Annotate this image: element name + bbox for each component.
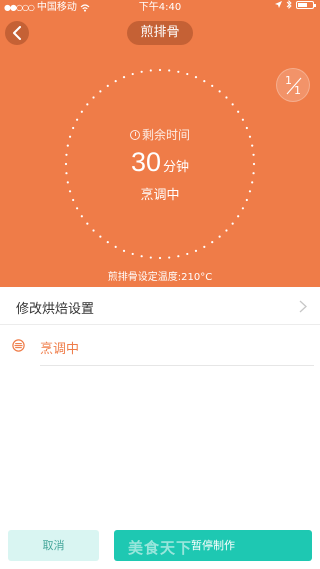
back-button[interactable] xyxy=(5,21,29,45)
ring-dot xyxy=(194,249,198,252)
ring-dot xyxy=(114,80,117,83)
ring-dot xyxy=(92,229,95,232)
ring-dot xyxy=(158,68,162,72)
ring-dot xyxy=(86,103,89,106)
ring-dot xyxy=(92,96,95,99)
battery-icon xyxy=(296,0,316,9)
ring-dot xyxy=(218,90,221,93)
ring-dot xyxy=(211,241,214,244)
cancel-button[interactable]: 取消 xyxy=(8,530,99,561)
ring-dot xyxy=(149,69,152,72)
ring-dot xyxy=(231,103,234,106)
ring-dot xyxy=(168,69,171,72)
ring-dot xyxy=(225,229,228,232)
ring-dot xyxy=(237,110,240,113)
ring-dot xyxy=(131,72,134,76)
ring-dot xyxy=(177,255,180,258)
time-unit: 分钟 xyxy=(163,160,190,175)
time-display: 30 分钟 xyxy=(0,147,320,178)
ring-dot xyxy=(237,215,240,218)
chevron-left-icon xyxy=(13,26,21,40)
status-bar: ●●○○○ 中国移动 下午4:40 xyxy=(0,0,320,15)
time-value: 30 xyxy=(130,147,162,177)
page-title: 煎排骨 xyxy=(127,21,193,45)
ring-dot xyxy=(186,252,189,256)
ring-dot xyxy=(114,245,117,248)
clock-label: 下午4:40 xyxy=(138,2,182,13)
divider xyxy=(40,365,314,366)
clock-icon xyxy=(129,129,140,140)
watermark-logo: 美食天下 xyxy=(128,539,193,557)
ring-dot xyxy=(76,118,79,121)
ring-dot xyxy=(106,84,109,87)
remaining-time-label: 剩余时间 xyxy=(0,126,320,143)
ring-dot xyxy=(122,249,126,252)
ring-dot xyxy=(203,80,206,83)
ring-dot xyxy=(168,256,171,259)
ring-dot xyxy=(231,222,234,225)
ring-dot xyxy=(149,256,152,259)
ring-dot xyxy=(99,235,102,238)
ring-dot xyxy=(177,70,180,73)
ring-dot xyxy=(211,84,214,87)
location-arrow-icon xyxy=(275,1,282,8)
step-total: 1 xyxy=(294,84,301,97)
ring-dot xyxy=(122,76,126,79)
ring-dot xyxy=(158,256,162,260)
ring-dot xyxy=(194,76,198,79)
modify-settings-row[interactable]: 修改烘焙设置 xyxy=(0,288,320,325)
chevron-right-icon xyxy=(299,300,307,313)
cooking-status-text: 烹调中 xyxy=(40,342,80,357)
cooking-status-row: 烹调中 xyxy=(0,325,320,367)
ring-dot xyxy=(106,241,109,244)
ring-dot xyxy=(76,207,79,210)
bluetooth-icon xyxy=(286,0,292,9)
ring-dot xyxy=(241,118,244,121)
ring-dot xyxy=(218,235,221,238)
ring-dot xyxy=(186,72,189,76)
ring-dot xyxy=(225,96,228,99)
ring-dot xyxy=(140,70,143,73)
modify-settings-label: 修改烘焙设置 xyxy=(16,302,95,317)
step-badge[interactable]: 1 1 xyxy=(276,68,310,102)
temperature-setting: 煎排骨设定温度:210°C xyxy=(107,272,213,283)
status-icon xyxy=(12,339,25,352)
ring-dot xyxy=(140,255,143,258)
ring-dot xyxy=(241,207,244,210)
ring-dot xyxy=(86,222,89,225)
ring-dot xyxy=(80,110,83,113)
status-right xyxy=(275,0,316,9)
ring-dot xyxy=(203,245,206,248)
cooking-state: 烹调中 xyxy=(140,188,180,203)
ring-dot xyxy=(131,252,134,256)
ring-dot xyxy=(80,215,83,218)
pause-button-label: 暂停制作 xyxy=(191,539,235,552)
remaining-time-text: 剩余时间 xyxy=(141,128,190,142)
step-current: 1 xyxy=(285,74,292,87)
ring-dot xyxy=(99,90,102,93)
hero-panel: ●●○○○ 中国移动 下午4:40 煎排骨 1 1 剩余时间 30 分钟 烹调中… xyxy=(0,0,320,287)
